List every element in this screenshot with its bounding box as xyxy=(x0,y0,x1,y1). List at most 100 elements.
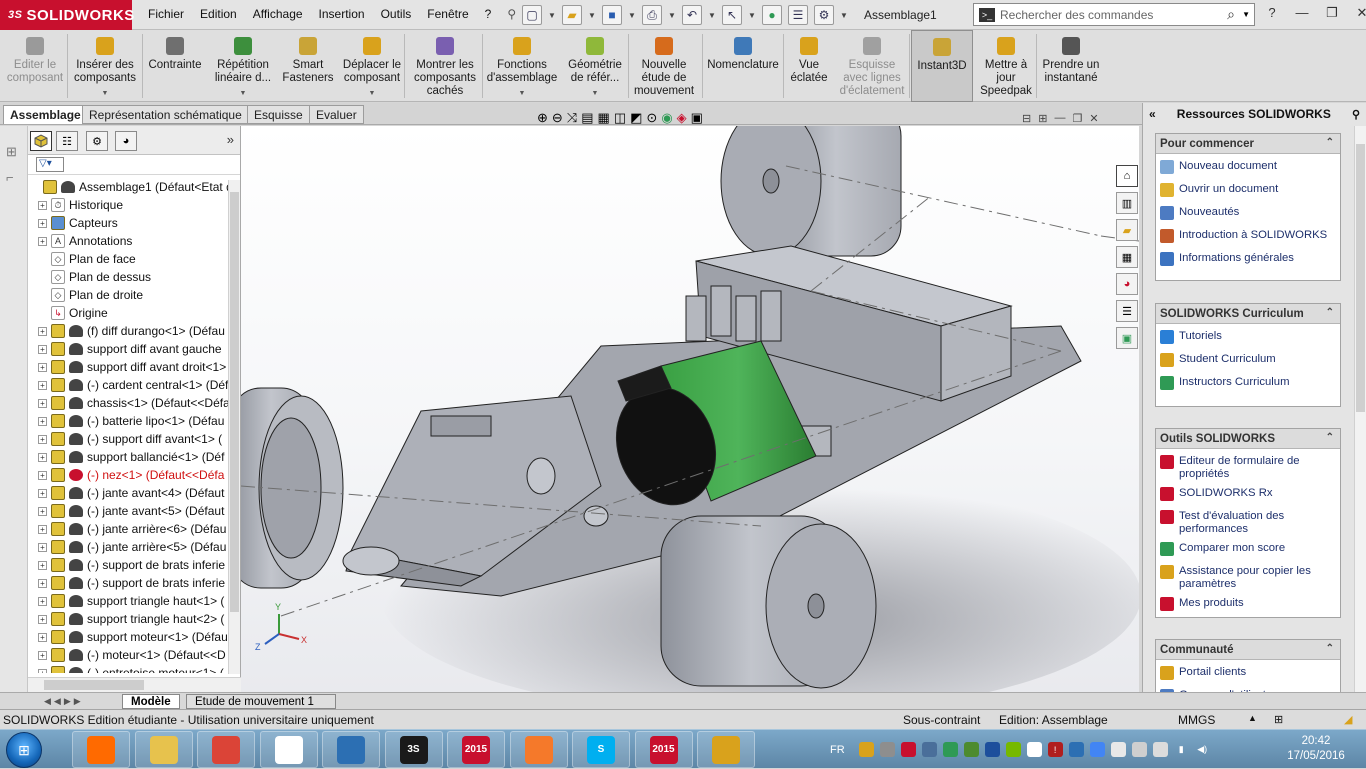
expand-icon[interactable]: + xyxy=(38,578,47,588)
configuration-manager-tab-icon[interactable]: ⚙ xyxy=(86,131,108,151)
expand-icon[interactable]: + xyxy=(38,344,47,354)
expand-icon[interactable]: + xyxy=(38,452,47,462)
ribbon-button-4[interactable]: Smart Fasteners xyxy=(281,30,335,102)
command-search-box[interactable]: >_ Rechercher des commandes ⌕ ▼ xyxy=(973,3,1255,26)
design-library-icon[interactable]: ▥ xyxy=(1116,192,1138,214)
resource-link[interactable]: Portail clients xyxy=(1156,666,1340,683)
tab-1[interactable]: Représentation schématique xyxy=(82,105,249,124)
expand-icon[interactable]: + xyxy=(38,560,47,570)
solidworks-logo[interactable]: 3S SOLIDWORKS xyxy=(0,0,134,30)
tray-app-icon[interactable] xyxy=(900,742,916,757)
tree-item[interactable]: + (-) jante arrière<6> (Défau xyxy=(38,520,226,538)
resource-link[interactable]: Ouvrir un document xyxy=(1156,183,1340,200)
menu-3[interactable]: Insertion xyxy=(311,7,373,21)
ribbon-button-0[interactable]: Editer le composant xyxy=(4,30,66,102)
search-scope-icon[interactable]: >_ xyxy=(979,7,995,22)
tree-item[interactable]: + (-) jante avant<5> (Défaut xyxy=(38,502,224,520)
undo-icon[interactable]: ↶ xyxy=(682,5,702,25)
expand-icon[interactable]: + xyxy=(38,434,47,444)
ribbon-button-12[interactable]: Esquisse avec lignes d'éclatement xyxy=(835,30,909,102)
graphics-viewport[interactable]: Y X Z xyxy=(241,126,1139,692)
scroll-thumb[interactable] xyxy=(44,680,144,690)
tree-item[interactable]: ◇ Plan de face xyxy=(38,250,136,268)
volume-icon[interactable]: ◀) xyxy=(1195,742,1210,757)
chevron-down-icon[interactable]: ▼ xyxy=(1242,10,1250,19)
zoom-to-fit-icon[interactable]: ⊕ xyxy=(537,110,548,126)
expand-icon[interactable]: + xyxy=(38,416,47,426)
section-header[interactable]: Outils SOLIDWORKS ⌃ xyxy=(1156,429,1340,449)
viewport-tile-icon[interactable]: ⊟ xyxy=(1022,112,1031,125)
new-document-icon[interactable]: ▢ xyxy=(522,5,542,25)
ribbon-button-13[interactable]: Instant3D xyxy=(911,30,973,102)
tree-item[interactable]: ↳ Origine xyxy=(38,304,108,322)
viewport-split-icon[interactable]: ⊞ xyxy=(1038,112,1047,125)
save-icon[interactable]: ■ xyxy=(602,5,622,25)
expand-icon[interactable]: + xyxy=(38,380,47,390)
menu-4[interactable]: Outils xyxy=(373,7,420,21)
ribbon-button-5[interactable]: Déplacer le composant ▼ xyxy=(338,30,406,102)
expand-icon[interactable]: + xyxy=(38,398,47,408)
section-header[interactable]: Communauté ⌃ xyxy=(1156,640,1340,660)
tree-item[interactable]: + (-) entretoise moteur<1> ( xyxy=(38,664,224,673)
section-header[interactable]: SOLIDWORKS Curriculum ⌃ xyxy=(1156,304,1340,324)
dynamic-annotation-icon[interactable]: ▦ xyxy=(598,110,610,126)
pin-menu-icon[interactable]: ⚲ xyxy=(499,7,524,21)
resource-link[interactable]: Assistance pour copier les paramètres xyxy=(1156,565,1340,591)
rebuild-traffic-light-icon[interactable]: ● xyxy=(762,5,782,25)
expand-icon[interactable]: + xyxy=(38,326,47,336)
resource-link[interactable]: Informations générales xyxy=(1156,252,1340,269)
chevron-left-double-icon[interactable]: « xyxy=(1149,107,1156,121)
ribbon-button-11[interactable]: Vue éclatée xyxy=(786,30,832,102)
notification-icon[interactable] xyxy=(858,742,874,757)
resource-link[interactable]: Instructors Curriculum xyxy=(1156,376,1340,393)
windows-start-button[interactable]: ⊞ xyxy=(6,732,42,768)
options-icon[interactable]: ⚙ xyxy=(814,5,834,25)
resource-link[interactable]: Comparer mon score xyxy=(1156,542,1340,559)
filter-icon[interactable]: ▽▾ xyxy=(36,157,64,172)
apps-app[interactable] xyxy=(259,731,318,768)
help-icon[interactable]: ? xyxy=(1262,5,1282,21)
ribbon-button-14[interactable]: Mettre à jour Speedpak xyxy=(975,30,1037,102)
ribbon-button-6[interactable]: Montrer les composants cachés xyxy=(409,30,481,102)
expand-icon[interactable]: + xyxy=(38,506,47,516)
resource-link[interactable]: Mes produits xyxy=(1156,597,1340,614)
tree-item[interactable]: + (-) cardent central<1> (Déf xyxy=(38,376,228,394)
chevron-down-icon[interactable]: ▼ xyxy=(592,87,599,100)
minimize-icon[interactable]: — xyxy=(1292,5,1312,21)
tree-item[interactable]: + chassis<1> (Défaut<<Défa xyxy=(38,394,230,412)
display-style-icon[interactable]: ◩ xyxy=(630,110,642,126)
tree-vertical-scrollbar[interactable] xyxy=(228,180,240,674)
chevron-down-icon[interactable]: ▼ xyxy=(519,87,526,100)
tree-item[interactable]: + (-) batterie lipo<1> (Défau xyxy=(38,412,224,430)
sw2015-app[interactable]: 2015 xyxy=(447,731,505,768)
ribbon-button-2[interactable]: Contrainte xyxy=(144,30,206,102)
ribbon-button-8[interactable]: Géométrie de référ... ▼ xyxy=(563,30,627,102)
edit-appearance-icon[interactable]: ◉ xyxy=(661,110,672,126)
ribbon-button-1[interactable]: Insérer des composants ▼ xyxy=(70,30,140,102)
chevron-down-icon[interactable]: ▼ xyxy=(748,5,756,25)
custom-properties-icon[interactable]: ☰ xyxy=(1116,300,1138,322)
expand-icon[interactable]: + xyxy=(38,200,47,210)
section-header[interactable]: Pour commencer ⌃ xyxy=(1156,134,1340,154)
tree-item[interactable]: ◇ Plan de droite xyxy=(38,286,143,304)
chevron-down-icon[interactable]: ▼ xyxy=(102,87,109,100)
status-units[interactable]: MMGS xyxy=(1178,713,1215,727)
tree-item[interactable]: + support ballancié<1> (Déf xyxy=(38,448,224,466)
tree-item[interactable]: + support diff avant gauche xyxy=(38,340,222,358)
tree-horizontal-scrollbar[interactable] xyxy=(28,677,241,692)
tray-app-icon[interactable] xyxy=(921,742,937,757)
tree-item[interactable]: + (-) nez<1> (Défaut<<Défa xyxy=(38,466,224,484)
bottom-tab-0[interactable]: Modèle xyxy=(122,694,180,709)
expand-icon[interactable]: + xyxy=(38,470,47,480)
viewport-minimize-icon[interactable]: — xyxy=(1054,112,1065,125)
tray-app-icon[interactable] xyxy=(984,742,1000,757)
expand-icon[interactable]: + xyxy=(38,488,47,498)
expand-icon[interactable]: + xyxy=(38,650,47,660)
resource-link[interactable]: Nouveautés xyxy=(1156,206,1340,223)
viewport-restore-icon[interactable]: ❐ xyxy=(1072,112,1082,125)
open-folder-icon[interactable]: ▰ xyxy=(562,5,582,25)
tree-item[interactable]: + Capteurs xyxy=(38,214,118,232)
resource-link[interactable]: Editeur de formulaire de propriétés xyxy=(1156,455,1340,481)
resource-link[interactable]: Student Curriculum xyxy=(1156,353,1340,370)
nvidia-icon[interactable] xyxy=(1005,742,1021,757)
